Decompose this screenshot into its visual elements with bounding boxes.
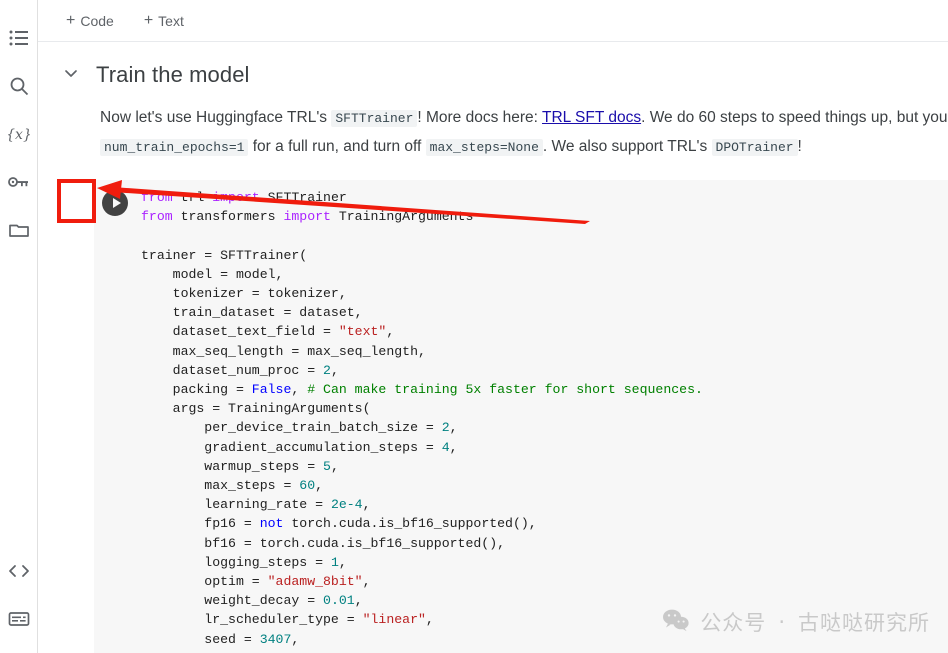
add-text-cell-label: Text [158, 12, 184, 29]
trl-sft-docs-link[interactable]: TRL SFT docs [542, 109, 641, 126]
section-collapse-toggle[interactable] [58, 62, 84, 88]
rail-bottom-group [0, 547, 38, 653]
sidebar-item-terminal[interactable] [0, 595, 38, 643]
code-cell-gutter [94, 180, 140, 653]
add-code-cell-label: Code [80, 12, 114, 29]
inline-code-num-train-epochs: num_train_epochs=1 [100, 139, 249, 156]
add-code-cell-button[interactable]: + Code [58, 9, 122, 33]
paragraph-text: Now let's use Huggingface TRL's [100, 109, 332, 126]
code-snippets-icon [8, 562, 30, 580]
markdown-paragraph: Now let's use Huggingface TRL's SFTTrain… [38, 94, 948, 170]
play-icon [112, 198, 121, 208]
search-icon [9, 76, 29, 96]
sidebar-item-variables[interactable]: {x} [0, 110, 38, 158]
code-editor[interactable]: from trl import SFTTrainer from transfor… [94, 188, 948, 649]
paragraph-text: ! More docs here: [417, 109, 543, 126]
paragraph-text: . We also support TRL's [542, 138, 712, 155]
inline-code-sfttrainer: SFTTrainer [331, 110, 418, 127]
inline-code-max-steps: max_steps=None [425, 139, 543, 156]
svg-text:{x}: {x} [8, 127, 30, 143]
terminal-icon [8, 610, 30, 628]
sidebar-item-secrets[interactable] [0, 158, 38, 206]
code-cell[interactable]: from trl import SFTTrainer from transfor… [94, 180, 948, 653]
plus-icon: + [66, 11, 76, 29]
table-of-contents-icon [9, 28, 29, 48]
watermark-separator: · [778, 610, 786, 634]
run-cell-button[interactable] [102, 190, 128, 216]
folder-icon [8, 220, 29, 240]
paragraph-text: ! [797, 138, 802, 155]
section-header: Train the model [38, 56, 948, 94]
page-title: Train the model [96, 62, 250, 87]
watermark-prefix: 公众号 [700, 611, 767, 635]
code-cell-wrapper: from trl import SFTTrainer from transfor… [94, 180, 948, 653]
notebook-toolbar: + Code + Text [38, 0, 948, 42]
notebook-body: Train the model Now let's use Huggingfac… [38, 42, 948, 653]
notebook-main: + Code + Text Train the model Now let's … [38, 0, 948, 653]
watermark-name: 古哒哒研究所 [798, 611, 930, 635]
colab-window: {x} [0, 0, 948, 653]
sidebar-item-table-of-contents[interactable] [0, 14, 38, 62]
sidebar-item-search[interactable] [0, 62, 38, 110]
wechat-watermark: 公众号 · 古哒哒研究所 [662, 607, 930, 637]
plus-icon: + [143, 11, 154, 29]
wechat-icon [662, 608, 690, 637]
add-text-cell-button[interactable]: + Text [136, 9, 192, 33]
chevron-down-icon [62, 64, 80, 87]
left-icon-rail: {x} [0, 0, 38, 653]
inline-code-dpotrainer: DPOTrainer [711, 139, 798, 156]
paragraph-text: for a full run, and turn off [248, 138, 426, 155]
paragraph-line-2: num_train_epochs=1 for a full run, and t… [100, 133, 948, 162]
sidebar-item-code-snippets[interactable] [0, 547, 38, 595]
variables-icon: {x} [8, 124, 30, 144]
key-icon [7, 172, 30, 192]
paragraph-text: . We do 60 steps to speed things up, but… [641, 109, 948, 126]
sidebar-item-files[interactable] [0, 206, 38, 254]
